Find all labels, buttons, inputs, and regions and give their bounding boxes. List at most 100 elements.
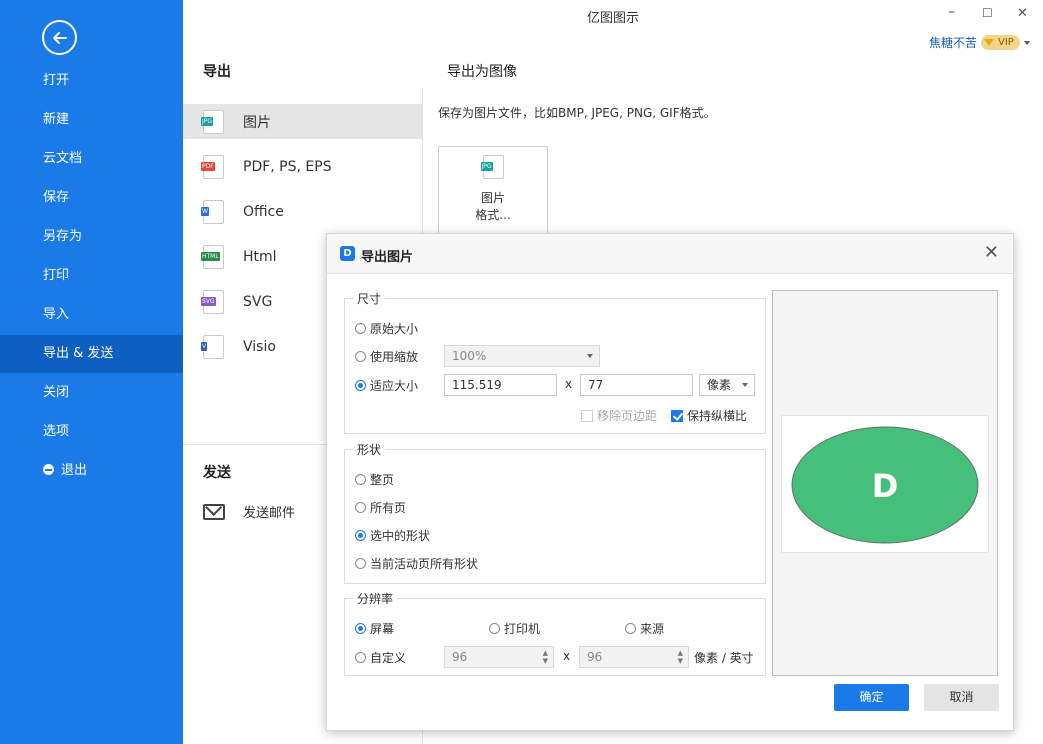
user-account-menu[interactable]: 焦糖不苦 VIP [929, 34, 1030, 51]
keep-ratio-checkbox[interactable] [671, 409, 683, 422]
ok-button[interactable]: 确定 [834, 684, 909, 711]
radio-whole-page[interactable] [355, 474, 366, 485]
sidebar-item-save-as[interactable]: 另存为 [0, 218, 183, 256]
html-file-icon: HTML [201, 244, 224, 269]
zoom-value: 100% [452, 349, 487, 363]
remove-margin-option[interactable]: 移除页边距 [581, 407, 657, 424]
sidebar-item-close[interactable]: 关闭 [0, 374, 183, 412]
image-format-card[interactable]: JPG 图片 格式... [438, 146, 548, 246]
printer-option[interactable]: 打印机 [489, 620, 540, 637]
spinner-arrows-icon[interactable]: ▲ ▼ [543, 649, 548, 665]
whole-page-option[interactable]: 整页 [355, 471, 394, 488]
remove-margin-checkbox[interactable] [581, 409, 593, 422]
sidebar-item-cloud[interactable]: 云文档 [0, 140, 183, 178]
jpg-file-icon: JPG [480, 155, 504, 179]
radio-zoom[interactable] [355, 351, 366, 362]
sidebar-item-open[interactable]: 打开 [0, 62, 183, 100]
option-label: 来源 [640, 622, 665, 636]
card-sublabel: 格式... [475, 208, 511, 222]
width-input[interactable]: 115.519 [444, 374, 557, 396]
option-label: 当前活动页所有形状 [370, 557, 479, 571]
dpi-x-input[interactable]: 96 ▲ ▼ [444, 646, 554, 668]
chevron-down-icon [742, 383, 748, 387]
sidebar-item-export-send[interactable]: 导出 & 发送 [0, 335, 183, 373]
minimize-button[interactable]: – [948, 4, 955, 20]
vip-label: VIP [998, 37, 1014, 48]
jpg-file-icon: JPG [201, 109, 224, 134]
export-item-pdf[interactable]: PDF PDF, PS, EPS [183, 149, 422, 184]
screen-option[interactable]: 屏幕 [355, 620, 394, 637]
sidebar-item-save[interactable]: 保存 [0, 179, 183, 217]
active-page-shapes-option[interactable]: 当前活动页所有形状 [355, 555, 478, 572]
user-name: 焦糖不苦 [929, 36, 978, 50]
radio-original[interactable] [355, 323, 366, 334]
keep-ratio-option[interactable]: 保持纵横比 [671, 407, 747, 424]
export-item-label: Html [243, 248, 277, 265]
option-label: 自定义 [370, 651, 407, 665]
radio-printer[interactable] [489, 623, 500, 634]
export-item-label: 图片 [243, 114, 271, 131]
resolution-legend: 分辨率 [357, 592, 394, 606]
word-file-icon: W [201, 199, 224, 224]
radio-screen[interactable] [355, 623, 366, 634]
radio-custom[interactable] [355, 652, 366, 663]
export-item-label: Visio [243, 338, 276, 355]
spinner-arrows-icon[interactable]: ▲ ▼ [678, 649, 683, 665]
custom-option[interactable]: 自定义 [355, 649, 406, 666]
file-tag: HTML [201, 251, 220, 261]
original-size-option[interactable]: 原始大小 [355, 320, 418, 337]
radio-source[interactable] [625, 623, 636, 634]
chevron-down-icon [587, 354, 593, 358]
vip-badge: VIP [981, 35, 1020, 50]
svg-file-icon: SVG [201, 289, 224, 314]
sidebar-item-print[interactable]: 打印 [0, 257, 183, 295]
close-window-button[interactable]: ✕ [1017, 6, 1028, 21]
export-item-office[interactable]: W Office [183, 194, 422, 229]
radio-selected-shapes[interactable] [355, 530, 366, 541]
fit-size-option[interactable]: 适应大小 [355, 377, 418, 394]
file-tag: JPG [201, 116, 214, 126]
export-item-image[interactable]: JPG 图片 [183, 104, 422, 139]
file-tag: SVG [201, 296, 216, 306]
sidebar-item-label: 退出 [61, 463, 88, 478]
unit-select[interactable]: 像素 [699, 374, 755, 396]
chevron-down-icon [1023, 40, 1030, 45]
use-zoom-option[interactable]: 使用缩放 [355, 348, 418, 365]
card-label: 图片 [480, 191, 505, 205]
mail-icon [203, 503, 225, 520]
zoom-select[interactable]: 100% [444, 345, 600, 367]
option-label: 保持纵横比 [687, 409, 748, 423]
cancel-button[interactable]: 取消 [924, 684, 999, 711]
dialog-title: 导出图片 [361, 250, 414, 265]
export-item-label: SVG [243, 293, 273, 310]
back-button[interactable] [42, 20, 77, 55]
maximize-button[interactable]: ☐ [982, 6, 993, 20]
option-label: 原始大小 [370, 322, 419, 336]
source-option[interactable]: 来源 [625, 620, 664, 637]
radio-fit[interactable] [355, 380, 366, 391]
sidebar-item-exit[interactable]: 退出 [0, 452, 183, 490]
selected-shapes-option[interactable]: 选中的形状 [355, 527, 430, 544]
exit-icon [43, 464, 54, 475]
export-description: 保存为图片文件，比如BMP, JPEG, PNG, GIF格式。 [438, 106, 716, 120]
dpi-y-input[interactable]: 96 ▲ ▼ [579, 646, 689, 668]
file-tag: W [201, 206, 209, 216]
sidebar-item-options[interactable]: 选项 [0, 413, 183, 451]
option-label: 屏幕 [370, 622, 395, 636]
radio-active-page-shapes[interactable] [355, 558, 366, 569]
file-tag: PDF [201, 161, 215, 171]
radio-all-pages[interactable] [355, 502, 366, 513]
sidebar-item-import[interactable]: 导入 [0, 296, 183, 334]
sidebar-item-new[interactable]: 新建 [0, 101, 183, 139]
dpi-unit: 像素 / 英寸 [694, 651, 754, 665]
vip-gem-icon [984, 39, 995, 46]
height-input[interactable]: 77 [580, 374, 693, 396]
arrow-left-icon [52, 31, 67, 44]
option-label: 适应大小 [370, 379, 419, 393]
all-pages-option[interactable]: 所有页 [355, 499, 406, 516]
export-image-dialog: D 导出图片 ✕ 尺寸 原始大小 使用缩放 100% 适应大小 115.519 … [326, 233, 1014, 731]
dpi-times: x [563, 649, 571, 663]
dpi-y-value: 96 [587, 650, 603, 664]
close-icon[interactable]: ✕ [984, 242, 999, 263]
shape-legend: 形状 [357, 443, 382, 457]
